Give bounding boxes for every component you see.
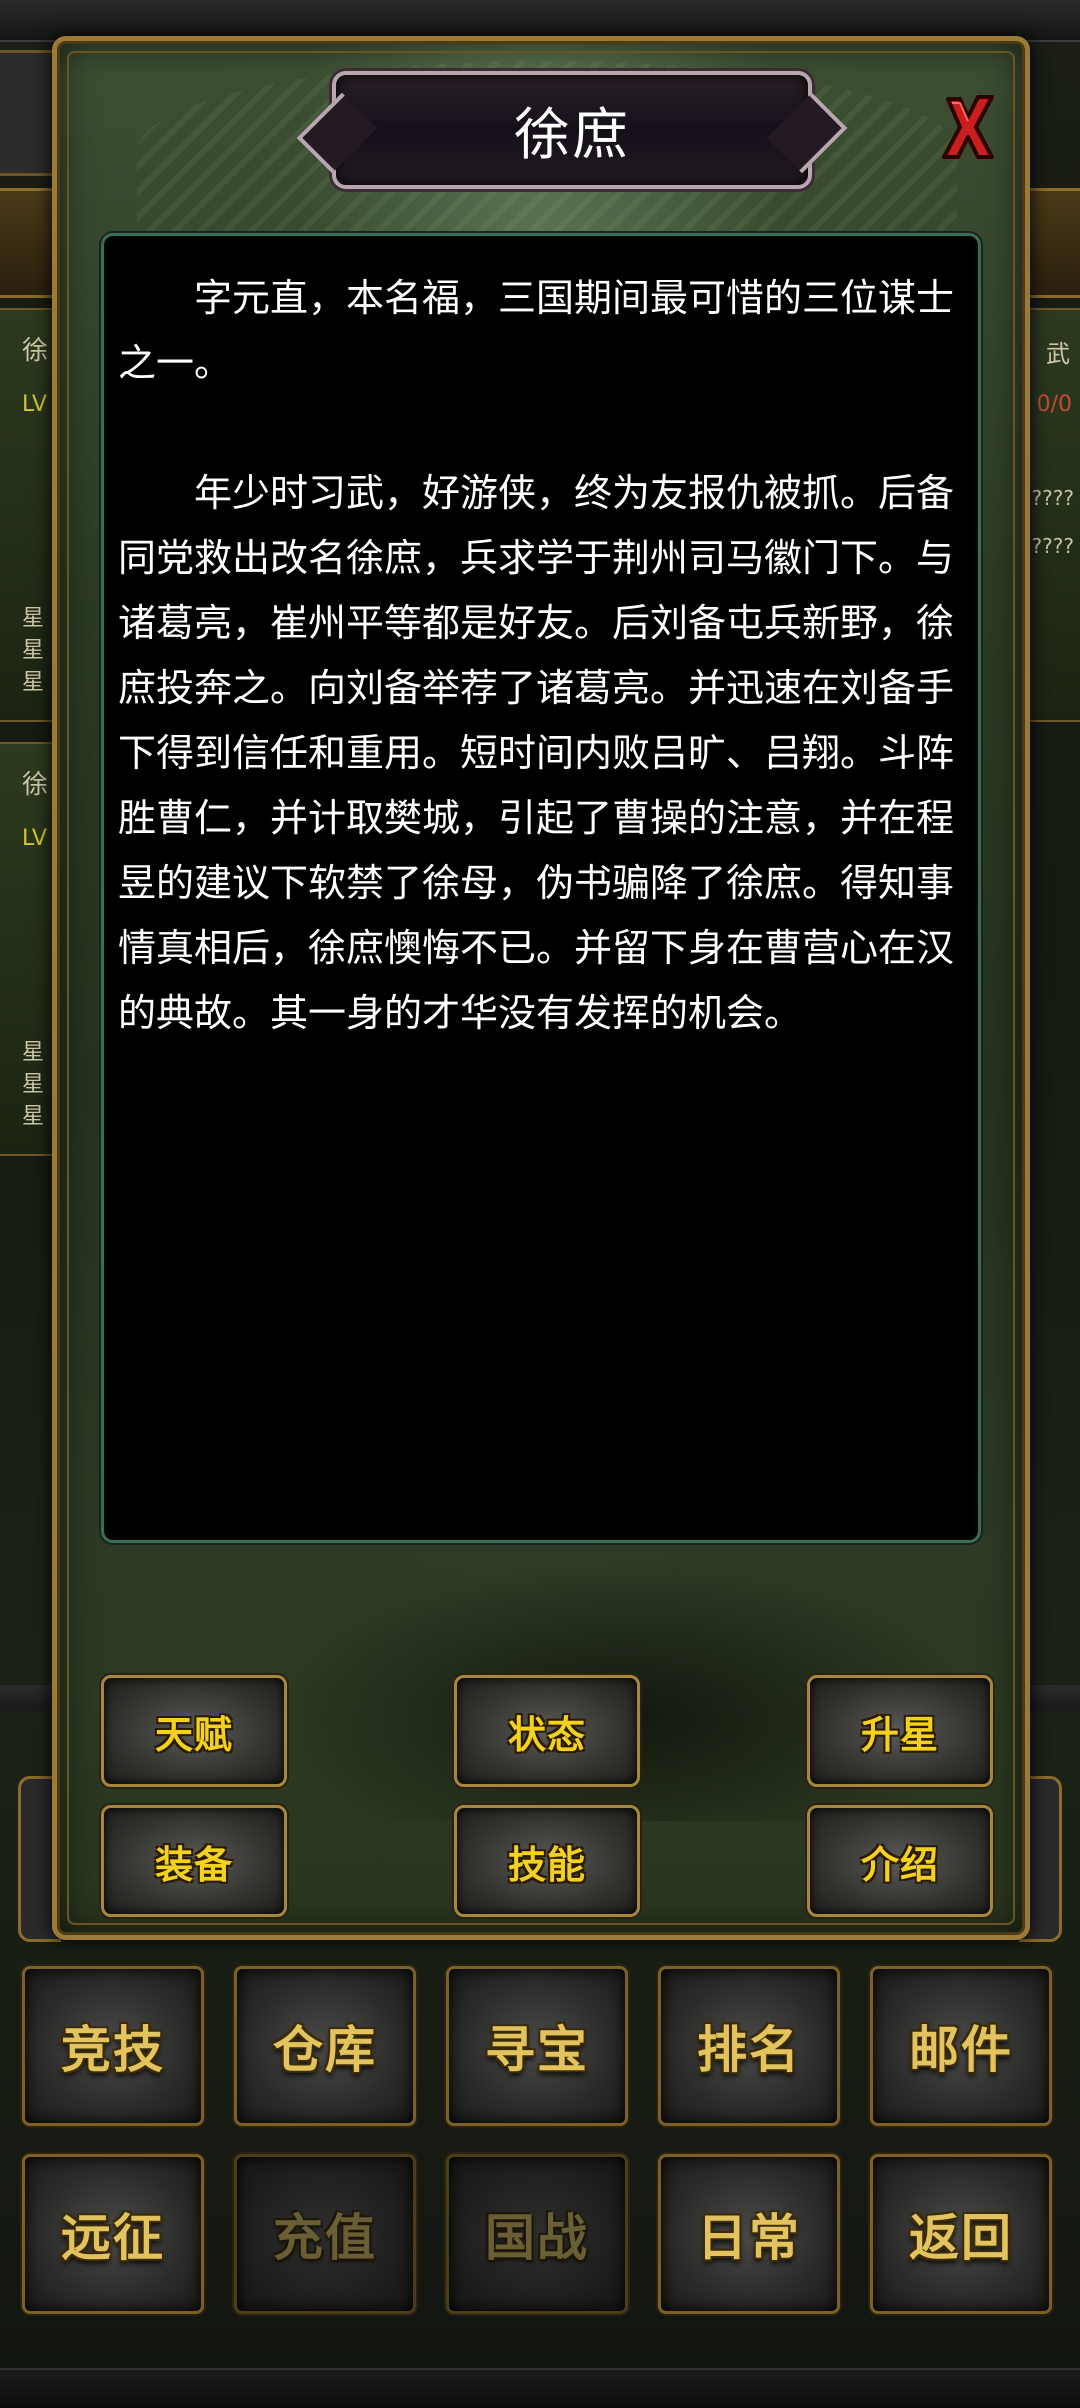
menu-button-recharge[interactable]: 充值 <box>234 2154 416 2314</box>
tab-equipment[interactable]: 装备 <box>101 1805 287 1917</box>
description-box[interactable]: 字元直，本名福，三国期间最可惜的三位谋士之一。 年少时习武，好游侠，终为友报仇被… <box>101 233 981 1543</box>
hero-card-level: LV <box>22 392 47 417</box>
menu-button-treasure-hunt[interactable]: 寻宝 <box>446 1966 628 2126</box>
tab-label: 装备 <box>154 1841 233 1887</box>
attr-unknown: ???? <box>1031 486 1074 510</box>
menu-button-mail[interactable]: 邮件 <box>870 1966 1052 2126</box>
menu-button-nation-war[interactable]: 国战 <box>446 2154 628 2314</box>
menu-button-daily[interactable]: 日常 <box>658 2154 840 2314</box>
tab-star-up[interactable]: 升星 <box>807 1675 993 1787</box>
menu-button-label: 充值 <box>273 2208 377 2267</box>
menu-button-label: 远征 <box>61 2208 165 2267</box>
menu-button-expedition[interactable]: 远征 <box>22 2154 204 2314</box>
menu-button-label: 寻宝 <box>485 2020 589 2079</box>
hero-card-level: LV <box>22 826 47 851</box>
tab-label: 状态 <box>507 1711 586 1757</box>
tab-status[interactable]: 状态 <box>454 1675 640 1787</box>
hero-card-star: 星 <box>22 1072 45 1097</box>
menu-button-label: 返回 <box>909 2208 1013 2267</box>
close-icon <box>942 95 994 159</box>
hero-card-name: 徐 <box>22 770 49 800</box>
tab-label: 天赋 <box>154 1711 233 1757</box>
description-paragraph: 年少时习武，好游侠，终为友报仇被抓。后备同党救出改名徐庶，兵求学于荆州司马徽门下… <box>118 471 955 1035</box>
menu-button-back[interactable]: 返回 <box>870 2154 1052 2314</box>
hero-card-star: 星 <box>22 606 45 631</box>
menu-button-label: 仓库 <box>273 2020 377 2079</box>
menu-button-label: 邮件 <box>909 2020 1013 2079</box>
menu-button-label: 日常 <box>697 2208 801 2267</box>
tab-talent[interactable]: 天赋 <box>101 1675 287 1787</box>
title-plate: 徐庶 <box>332 71 812 189</box>
hero-card-star: 星 <box>22 670 45 695</box>
description-paragraph: 字元直，本名福，三国期间最可惜的三位谋士之一。 <box>118 276 955 385</box>
menu-button-ranking[interactable]: 排名 <box>658 1966 840 2126</box>
hero-card-star: 星 <box>22 638 45 663</box>
menu-button-arena[interactable]: 竞技 <box>22 1966 204 2126</box>
hero-card-star: 星 <box>22 1040 45 1065</box>
tab-label: 介绍 <box>860 1841 939 1887</box>
hero-card-star: 星 <box>22 1104 45 1129</box>
menu-button-label: 国战 <box>485 2208 589 2267</box>
tab-label: 升星 <box>860 1711 939 1757</box>
attr-unknown: ???? <box>1031 534 1074 558</box>
menu-button-label: 竞技 <box>61 2020 165 2079</box>
tab-skill[interactable]: 技能 <box>454 1805 640 1917</box>
tab-label: 技能 <box>507 1841 586 1887</box>
tab-intro[interactable]: 介绍 <box>807 1805 993 1917</box>
menu-button-warehouse[interactable]: 仓库 <box>234 1966 416 2126</box>
general-name-title: 徐庶 <box>514 102 630 168</box>
bottom-status-strip <box>0 2368 1080 2408</box>
close-button[interactable] <box>933 85 1003 169</box>
general-info-modal: 徐庶 字元直，本名福，三国期间最可惜的三位谋士之一。 年少时习武，好游侠，终为友… <box>52 36 1030 1940</box>
menu-button-label: 排名 <box>697 2020 801 2079</box>
hero-card-name: 徐 <box>22 336 49 366</box>
attr-label: 武 <box>1046 340 1070 368</box>
game-screen: 徐 LV 星 星 星 徐 LV 星 星 星 武 0/0 ???? ???? 竞技… <box>0 0 1080 2408</box>
attr-value: 0/0 <box>1036 392 1072 417</box>
